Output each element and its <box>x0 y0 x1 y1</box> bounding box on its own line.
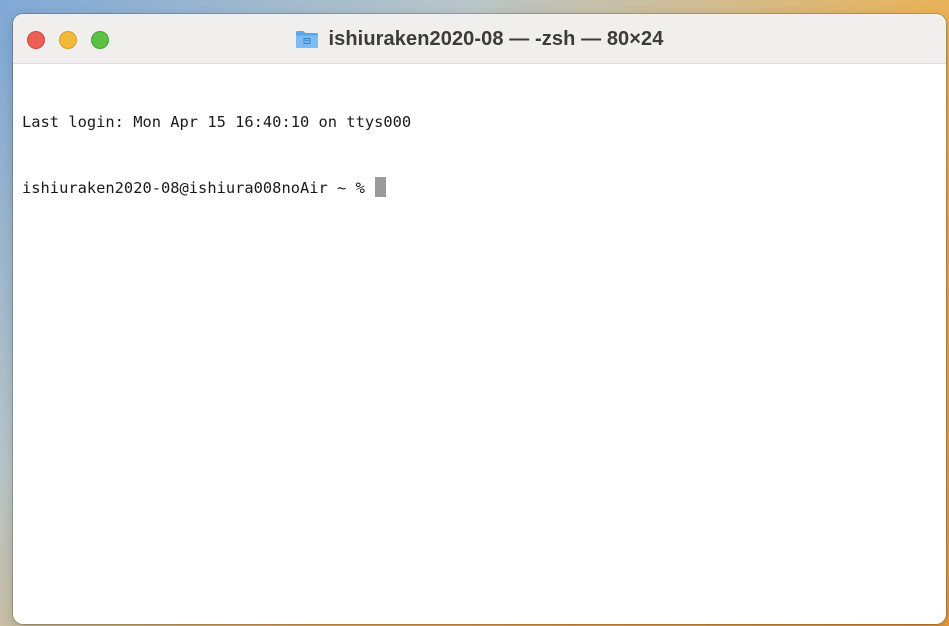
title-bar[interactable]: ishiuraken2020-08 — -zsh — 80×24 <box>13 14 946 64</box>
terminal-content[interactable]: Last login: Mon Apr 15 16:40:10 on ttys0… <box>13 64 946 243</box>
terminal-line: Last login: Mon Apr 15 16:40:10 on ttys0… <box>22 113 412 131</box>
prompt-line[interactable]: ishiuraken2020-08@ishiura008noAir ~ % <box>22 177 946 199</box>
terminal-window: ishiuraken2020-08 — -zsh — 80×24 Last lo… <box>13 14 946 624</box>
window-title-text: ishiuraken2020-08 — -zsh — 80×24 <box>328 27 664 50</box>
folder-icon <box>295 29 319 49</box>
text-cursor <box>375 177 387 197</box>
window-title: ishiuraken2020-08 — -zsh — 80×24 <box>13 14 946 64</box>
shell-prompt: ishiuraken2020-08@ishiura008noAir ~ % <box>22 179 375 197</box>
